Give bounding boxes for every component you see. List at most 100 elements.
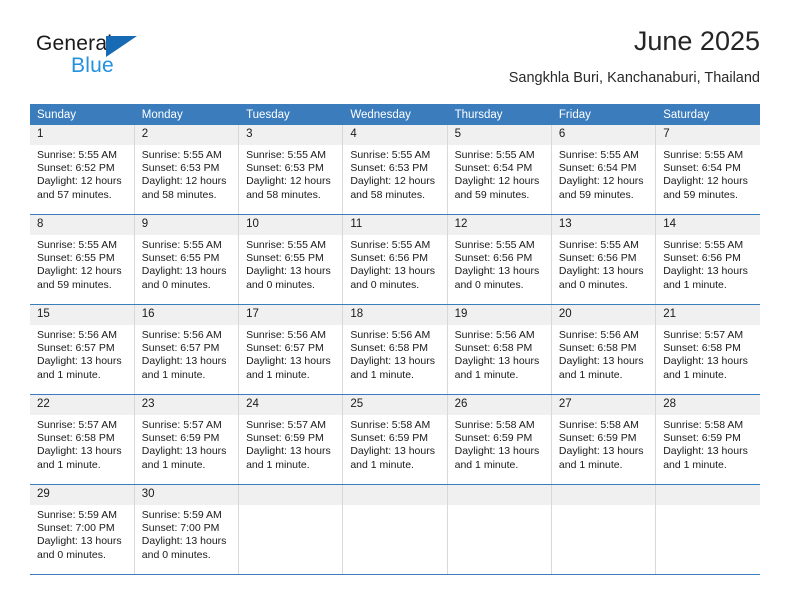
day-cell-content: 3 Sunrise: 5:55 AM Sunset: 6:53 PM Daylight…	[239, 125, 343, 214]
day-sun-info: Sunrise: 5:55 AM Sunset: 6:56 PM Daylight:…	[656, 235, 760, 292]
sunrise-text: Sunrise: 5:59 AM	[141, 509, 222, 521]
day-sun-info: Sunrise: 5:55 AM Sunset: 6:54 PM Daylight:…	[448, 145, 551, 202]
daylight-text: Daylight: 13 hours and 0 minutes.	[558, 265, 644, 291]
day-cell-content: 7 Sunrise: 5:55 AM Sunset: 6:54 PM Daylight…	[656, 125, 760, 214]
calendar-body: 1 Sunrise: 5:55 AM Sunset: 6:52 PM Daylight…	[30, 125, 760, 575]
calendar-day-cell[interactable]: 22 Sunrise: 5:57 AM Sunset: 6:58 PM Dayligh…	[30, 394, 135, 485]
calendar-day-cell[interactable]: 4 Sunrise: 5:55 AM Sunset: 6:53 PM Daylight…	[342, 125, 448, 215]
calendar-day-cell[interactable]: 19 Sunrise: 5:56 AM Sunset: 6:58 PM Dayligh…	[447, 304, 552, 395]
day-sun-info: Sunrise: 5:55 AM Sunset: 6:54 PM Daylight:…	[656, 145, 760, 202]
sunset-text: Sunset: 6:58 PM	[350, 342, 428, 355]
calendar-week-row: 22 Sunrise: 5:57 AM Sunset: 6:58 PM Dayligh…	[30, 394, 760, 485]
calendar-day-cell[interactable]: 18 Sunrise: 5:56 AM Sunset: 6:58 PM Dayligh…	[342, 304, 448, 395]
day-sun-info: Sunrise: 5:55 AM Sunset: 6:56 PM Daylight:…	[552, 235, 655, 292]
daylight-text: Daylight: 12 hours and 59 minutes.	[454, 175, 540, 201]
calendar-page: General Blue June 2025 Sangkhla Buri, Ka…	[0, 0, 792, 612]
weekday-header-monday: Monday	[134, 104, 240, 125]
day-number: 26	[447, 395, 551, 415]
day-cell-content: 16 Sunrise: 5:56 AM Sunset: 6:57 PM Dayligh…	[134, 305, 239, 394]
day-number: 2	[134, 125, 239, 145]
day-number: 17	[239, 305, 343, 325]
calendar-day-cell[interactable]: 17 Sunrise: 5:56 AM Sunset: 6:57 PM Dayligh…	[238, 304, 344, 395]
calendar-day-cell[interactable]: 13 Sunrise: 5:55 AM Sunset: 6:56 PM Dayligh…	[551, 214, 657, 305]
day-number: 10	[239, 215, 343, 235]
calendar-day-cell[interactable]: 23 Sunrise: 5:57 AM Sunset: 6:59 PM Dayligh…	[134, 394, 240, 485]
calendar-day-cell[interactable]: 15 Sunrise: 5:56 AM Sunset: 6:57 PM Dayligh…	[30, 304, 135, 395]
day-cell-content: 13 Sunrise: 5:55 AM Sunset: 6:56 PM Dayligh…	[551, 215, 656, 304]
calendar-day-cell[interactable]: 7 Sunrise: 5:55 AM Sunset: 6:54 PM Daylight…	[655, 125, 760, 215]
calendar-day-cell[interactable]: 20 Sunrise: 5:56 AM Sunset: 6:58 PM Dayligh…	[551, 304, 657, 395]
day-cell-content: 22 Sunrise: 5:57 AM Sunset: 6:58 PM Dayligh…	[30, 395, 134, 484]
sunset-text: Sunset: 6:53 PM	[350, 162, 428, 175]
daylight-text: Daylight: 12 hours and 59 minutes.	[37, 265, 122, 291]
daylight-text: Daylight: 13 hours and 1 minute.	[350, 355, 435, 381]
calendar-day-cell[interactable]: 26 Sunrise: 5:58 AM Sunset: 6:59 PM Dayligh…	[447, 394, 552, 485]
daylight-text: Daylight: 13 hours and 1 minute.	[246, 445, 331, 471]
weekday-header-sunday: Sunday	[30, 104, 135, 125]
calendar-header-row-group: Sunday Monday Tuesday Wednesday Thursday…	[30, 104, 760, 125]
daylight-text: Daylight: 13 hours and 1 minute.	[141, 445, 227, 471]
day-sun-info: Sunrise: 5:55 AM Sunset: 6:54 PM Daylight:…	[552, 145, 655, 202]
calendar-day-cell[interactable]: 8 Sunrise: 5:55 AM Sunset: 6:55 PM Daylight…	[30, 214, 135, 305]
day-sun-info: Sunrise: 5:55 AM Sunset: 6:53 PM Daylight:…	[343, 145, 446, 202]
calendar-day-cell[interactable]: 10 Sunrise: 5:55 AM Sunset: 6:55 PM Dayligh…	[238, 214, 344, 305]
calendar-day-cell[interactable]: 21 Sunrise: 5:57 AM Sunset: 6:58 PM Dayligh…	[655, 304, 760, 395]
calendar-day-cell[interactable]: 25 Sunrise: 5:58 AM Sunset: 6:59 PM Dayligh…	[342, 394, 448, 485]
logo-text-general: General	[36, 32, 113, 55]
calendar-day-cell[interactable]: 3 Sunrise: 5:55 AM Sunset: 6:53 PM Daylight…	[238, 125, 344, 215]
day-sun-info: Sunrise: 5:55 AM Sunset: 6:55 PM Daylight:…	[135, 235, 238, 292]
sunrise-text: Sunrise: 5:55 AM	[141, 239, 222, 251]
day-sun-info: Sunrise: 5:55 AM Sunset: 6:52 PM Daylight:…	[30, 145, 134, 202]
day-sun-info: Sunrise: 5:58 AM Sunset: 6:59 PM Daylight:…	[656, 415, 760, 472]
calendar-day-cell[interactable]: 27 Sunrise: 5:58 AM Sunset: 6:59 PM Dayligh…	[551, 394, 657, 485]
day-number: 3	[239, 125, 343, 145]
calendar-week-row: 15 Sunrise: 5:56 AM Sunset: 6:57 PM Dayligh…	[30, 304, 760, 395]
daylight-text: Daylight: 13 hours and 1 minute.	[663, 445, 748, 471]
calendar-day-cell[interactable]: 30 Sunrise: 5:59 AM Sunset: 7:00 PM Dayligh…	[134, 484, 240, 575]
calendar-day-cell[interactable]: 5 Sunrise: 5:55 AM Sunset: 6:54 PM Daylight…	[447, 125, 552, 215]
day-cell-content: 1 Sunrise: 5:55 AM Sunset: 6:52 PM Daylight…	[30, 125, 134, 214]
generalblue-logo[interactable]: General Blue	[36, 32, 256, 90]
day-cell-content: 23 Sunrise: 5:57 AM Sunset: 6:59 PM Dayligh…	[134, 395, 239, 484]
daylight-text: Daylight: 13 hours and 0 minutes.	[141, 265, 227, 291]
day-number: 22	[30, 395, 134, 415]
sunrise-text: Sunrise: 5:59 AM	[37, 509, 117, 521]
day-number	[447, 485, 551, 505]
day-cell-content: 4 Sunrise: 5:55 AM Sunset: 6:53 PM Daylight…	[343, 125, 447, 214]
day-number	[343, 485, 447, 505]
sunset-text: Sunset: 7:00 PM	[37, 522, 115, 535]
day-number: 30	[134, 485, 239, 505]
sunrise-sunset-calendar: Sunday Monday Tuesday Wednesday Thursday…	[30, 104, 760, 575]
sunset-text: Sunset: 6:55 PM	[246, 252, 324, 265]
sunrise-text: Sunrise: 5:55 AM	[246, 239, 327, 251]
daylight-text: Daylight: 13 hours and 1 minute.	[37, 445, 122, 471]
sunrise-text: Sunrise: 5:56 AM	[37, 329, 117, 341]
daylight-text: Daylight: 13 hours and 1 minute.	[141, 355, 227, 381]
sunset-text: Sunset: 6:58 PM	[558, 342, 637, 355]
day-cell-content: 25 Sunrise: 5:58 AM Sunset: 6:59 PM Dayligh…	[343, 395, 447, 484]
calendar-day-cell[interactable]: 28 Sunrise: 5:58 AM Sunset: 6:59 PM Dayligh…	[655, 394, 760, 485]
calendar-day-cell-empty	[447, 484, 552, 575]
sunrise-text: Sunrise: 5:55 AM	[558, 239, 639, 251]
day-sun-info: Sunrise: 5:55 AM Sunset: 6:56 PM Daylight:…	[343, 235, 446, 292]
page-subtitle-location: Sangkhla Buri, Kanchanaburi, Thailand	[508, 70, 760, 86]
day-sun-info: Sunrise: 5:58 AM Sunset: 6:59 PM Daylight:…	[343, 415, 446, 472]
day-number: 28	[656, 395, 760, 415]
calendar-day-cell[interactable]: 6 Sunrise: 5:55 AM Sunset: 6:54 PM Daylight…	[551, 125, 657, 215]
day-number: 9	[134, 215, 239, 235]
calendar-day-cell[interactable]: 29 Sunrise: 5:59 AM Sunset: 7:00 PM Dayligh…	[30, 484, 135, 575]
calendar-day-cell[interactable]: 9 Sunrise: 5:55 AM Sunset: 6:55 PM Daylight…	[134, 214, 240, 305]
calendar-day-cell[interactable]: 24 Sunrise: 5:57 AM Sunset: 6:59 PM Dayligh…	[238, 394, 344, 485]
daylight-text: Daylight: 12 hours and 59 minutes.	[558, 175, 644, 201]
calendar-day-cell[interactable]: 2 Sunrise: 5:55 AM Sunset: 6:53 PM Daylight…	[134, 125, 240, 215]
calendar-week-row: 29 Sunrise: 5:59 AM Sunset: 7:00 PM Dayligh…	[30, 484, 760, 575]
calendar-day-cell[interactable]: 1 Sunrise: 5:55 AM Sunset: 6:52 PM Daylight…	[30, 125, 135, 215]
day-number: 6	[551, 125, 656, 145]
day-sun-info: Sunrise: 5:57 AM Sunset: 6:59 PM Daylight:…	[135, 415, 238, 472]
calendar-day-cell[interactable]: 11 Sunrise: 5:55 AM Sunset: 6:56 PM Dayligh…	[342, 214, 448, 305]
day-sun-info: Sunrise: 5:55 AM Sunset: 6:55 PM Daylight:…	[30, 235, 134, 292]
calendar-day-cell[interactable]: 12 Sunrise: 5:55 AM Sunset: 6:56 PM Dayligh…	[447, 214, 552, 305]
calendar-day-cell[interactable]: 14 Sunrise: 5:55 AM Sunset: 6:56 PM Dayligh…	[655, 214, 760, 305]
day-sun-info: Sunrise: 5:55 AM Sunset: 6:53 PM Daylight:…	[135, 145, 238, 202]
calendar-day-cell[interactable]: 16 Sunrise: 5:56 AM Sunset: 6:57 PM Dayligh…	[134, 304, 240, 395]
